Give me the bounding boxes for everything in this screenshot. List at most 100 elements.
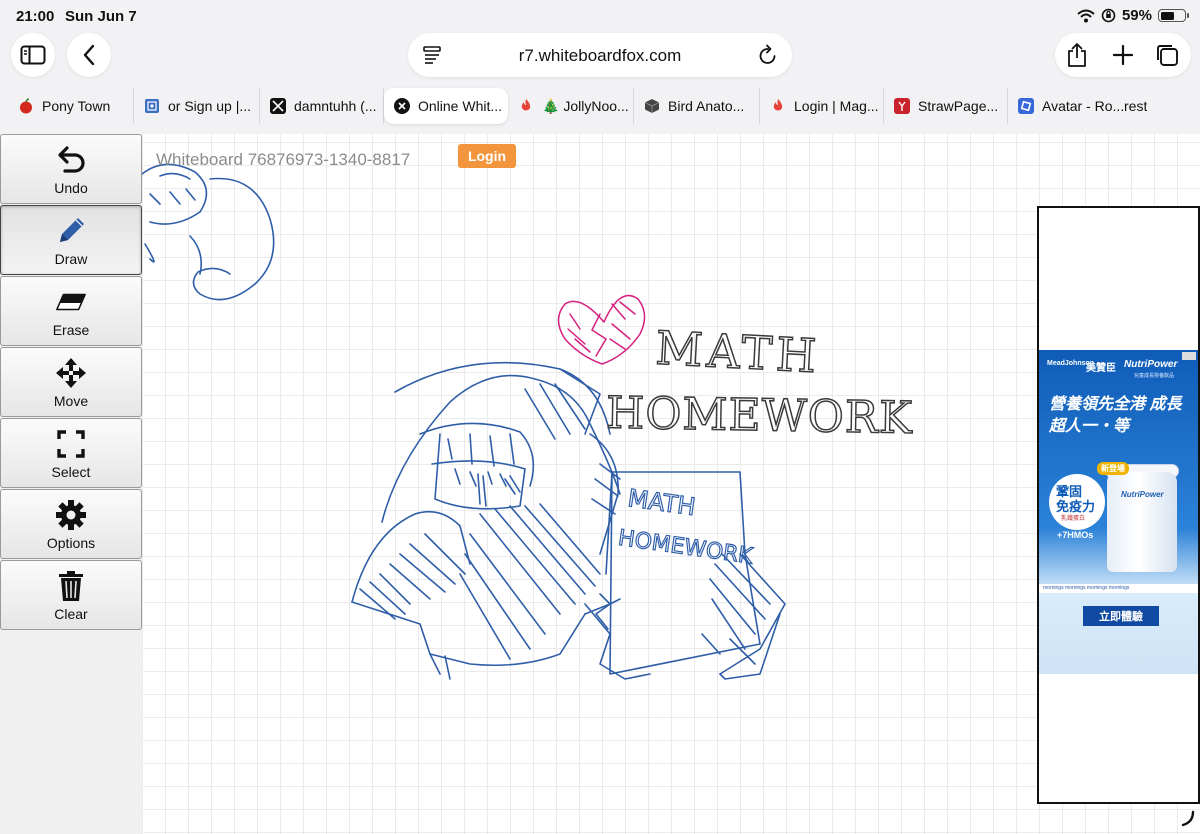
ad-badge: 新登場 [1097,462,1129,475]
tab-label: Online Whit... [418,98,503,114]
tab-label: StrawPage... [918,98,999,114]
figure-doodle [351,361,621,680]
tab-avatar-roblox[interactable]: Avatar - Ro... [1008,88,1124,124]
tab-pony-town[interactable]: Pony Town [8,88,134,124]
broken-heart-doodle [557,294,646,365]
share-icon [1068,43,1086,67]
browser-actions [1055,33,1191,77]
eraser-icon [54,286,88,318]
sidebar-toggle-button[interactable] [11,33,55,77]
tab-sign-up[interactable]: or Sign up |... [134,88,260,124]
tab-label: Bird Anato... [668,98,745,114]
battery-percent: 59% [1121,7,1152,24]
select-frame-icon [54,428,88,460]
product-can-image [1107,472,1177,572]
gear-icon [54,499,88,531]
new-tab-button[interactable] [1110,42,1136,68]
login-button[interactable]: Login [458,144,516,168]
tab-login-mag[interactable]: Login | Mag... [760,88,884,124]
tab-label: 🎄 JollyNoo... [542,97,629,114]
tab-label: Pony Town [42,98,111,114]
drawing-text-math-small: MATH [626,484,697,521]
move-arrows-icon [54,357,88,389]
pattern-favicon [144,98,160,114]
roblox-favicon [1018,98,1034,114]
tab-bar: Pony Town or Sign up |... damntuhh (... … [8,88,1192,124]
tab-jollynoo[interactable]: 🎄 JollyNoo... [508,88,634,124]
whiteboard-canvas[interactable]: MATH HOMEWORK MATH HOMEWORK [0,134,1200,834]
ad-strip: mornings mornings mornings mornings [1039,584,1198,593]
draw-button[interactable]: Draw [0,205,142,275]
tab-label: Login | Mag... [794,98,879,114]
toolbox: Undo Draw Erase Move Select Options Clea… [0,134,142,834]
close-icon[interactable] [394,98,410,114]
ad-can-label: NutriPower [1121,490,1164,499]
share-button[interactable] [1064,42,1090,68]
move-button[interactable]: Move [0,347,142,417]
flame-favicon [518,98,534,114]
tool-label: Clear [54,606,88,622]
tab-bird-anatomy[interactable]: Bird Anato... [634,88,760,124]
whiteboard-title: Whiteboard 76876973-1340-8817 [156,150,411,169]
options-button[interactable]: Options [0,489,142,559]
tab-online-whiteboard[interactable]: Online Whit... [384,88,508,124]
undo-icon [54,144,88,176]
status-date: Sun Jun 7 [65,8,137,25]
tab-damntuhh[interactable]: damntuhh (... [260,88,384,124]
strawpage-favicon [894,98,910,114]
status-indicators: 59% [1077,7,1189,24]
tool-label: Undo [54,180,88,196]
cat-doodle [141,163,275,301]
tab-label: damntuhh (... [294,98,377,114]
pencil-icon [54,215,88,247]
battery-icon [1158,9,1189,22]
flame-favicon [770,98,786,114]
url-text: r7.whiteboardfox.com [518,46,682,65]
wifi-icon [1077,9,1095,22]
whiteboard-page: MATH HOMEWORK MATH HOMEWORK Whiteboard 7… [0,134,1200,834]
resize-handle-icon[interactable] [1180,810,1196,828]
trash-icon [54,570,88,602]
drawing-text-math-large: MATH [654,321,821,384]
tab-label: rest [1124,98,1148,114]
tab-overview-button[interactable] [1154,42,1180,68]
clear-button[interactable]: Clear [0,560,142,630]
tab-strawpage[interactable]: StrawPage... [884,88,1008,124]
tool-label: Erase [52,322,90,338]
ad-headline: 營養領先全港 成長超人一‧等 [1049,396,1182,435]
x-favicon [270,98,286,114]
tab-label: or Sign up |... [168,98,252,114]
drawing-text-homework-small: HOMEWORK [617,526,755,570]
orientation-lock-icon [1101,8,1116,23]
status-time: 21:00 [16,8,55,25]
advertisement-banner[interactable]: MeadJohnson 美贊臣 NutriPower 兒童成長營養飲品 營養領先… [1039,350,1198,674]
tab-label: Avatar - Ro... [1042,98,1124,114]
plus-icon [1112,44,1134,66]
tool-label: Move [53,393,89,409]
tool-label: Options [46,535,96,551]
sidebar-icon [20,45,46,65]
ad-brand-2: 美贊臣 [1086,363,1116,374]
drawing-text-homework-large: HOMEWORK [606,388,914,444]
advertisement-frame[interactable]: MeadJohnson 美贊臣 NutriPower 兒童成長營養飲品 營養領先… [1037,206,1200,804]
ad-info-icon[interactable] [1182,352,1196,360]
tab-rest[interactable]: rest [1124,88,1184,124]
reload-icon[interactable] [758,44,778,66]
tabs-icon [1157,45,1178,66]
back-button[interactable] [67,33,111,77]
battery-fill [1160,11,1175,20]
ad-brand-3: NutriPower [1124,359,1178,370]
chevron-left-icon [83,44,95,66]
select-button[interactable]: Select [0,418,142,488]
ad-cta-button[interactable]: 立即體驗 [1083,606,1159,626]
tool-label: Draw [54,251,88,267]
cube-favicon [644,98,660,114]
ad-circle-line-3: 乳鐵蛋白 [1061,516,1086,522]
ad-hmo-text: +7HMOs [1057,530,1094,540]
address-bar[interactable]: r7.whiteboardfox.com [408,33,792,77]
undo-button[interactable]: Undo [0,134,142,204]
status-bar: 21:00 Sun Jun 7 59% [0,0,1200,32]
erase-button[interactable]: Erase [0,276,142,346]
ad-subtitle: 兒童成長營養飲品 [1134,373,1175,379]
browser-window: 21:00 Sun Jun 7 59% r7.whiteboardfox.com… [0,0,1200,834]
